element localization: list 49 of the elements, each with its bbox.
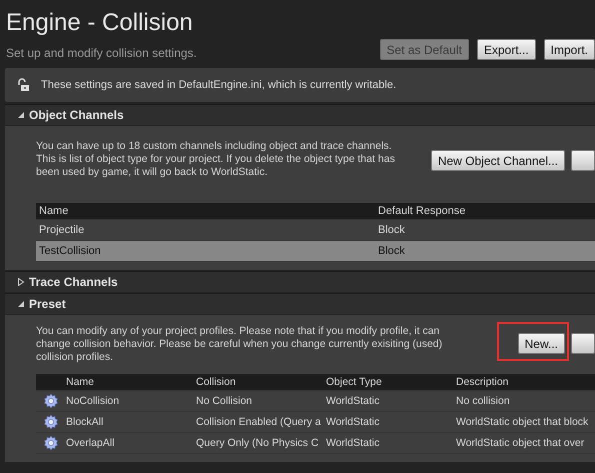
table-cell-text: WorldStatic	[326, 395, 380, 407]
button[interactable]	[571, 150, 595, 171]
table-cell-text: Block	[377, 224, 405, 236]
section-title: Preset	[29, 297, 66, 311]
page-title: Engine - Collision	[6, 8, 194, 38]
table-cell-text: WorldStatic object that over	[456, 437, 586, 449]
section-description: You can have up to 18 custom channels including object and trace channels. This is list of object type for your project. If you delete the object type that has been used by game, it will go back to WorldStatic.	[36, 140, 396, 179]
table-cell-text: Collision Enabled (Query a	[196, 416, 322, 428]
new-button[interactable]: New...	[518, 333, 565, 354]
column-header[interactable]: Object Type	[326, 376, 456, 388]
table-cell-text: WorldStatic	[326, 416, 380, 428]
column-header[interactable]: Description	[456, 376, 586, 388]
expanded-triangle-icon	[17, 300, 25, 308]
section-title: Trace Channels	[29, 275, 118, 289]
section-header[interactable]: Preset	[5, 293, 595, 314]
table-row[interactable]: NoCollision No Collision WorldStatic No collision	[36, 391, 595, 412]
column-header[interactable]: Default Response	[375, 205, 466, 217]
table-cell-text: NoCollision	[66, 395, 120, 407]
gear-icon	[43, 414, 59, 430]
header-button[interactable]: Import.	[544, 39, 595, 60]
table-cell-text: OverlapAll	[66, 437, 116, 449]
header-button[interactable]: Export...	[476, 39, 536, 60]
column-header[interactable]: Collision	[196, 376, 326, 388]
gear-icon	[43, 393, 59, 409]
notice-text: These settings are saved in DefaultEngine.ini, which is currently writable.	[41, 79, 396, 91]
expanded-triangle-icon	[17, 111, 25, 119]
table-cell-text: No collision	[456, 395, 511, 407]
table-cell-text: Query Only (No Physics C	[196, 437, 320, 449]
table-cell-text: WorldStatic	[326, 437, 380, 449]
table-cell-text: Block	[377, 245, 405, 257]
table-cell-text: No Collision	[196, 395, 254, 407]
section-description: You can modify any of your project profiles. Please note that if you modify profile, it can change collision behavior. Please be careful when you change currently exisiting (used) collision profiles.	[36, 325, 444, 364]
table-row[interactable]: BlockAll Collision Enabled (Query a WorldStatic WorldStatic object that block	[36, 412, 595, 433]
table-row[interactable]: OverlapAll Query Only (No Physics C WorldStatic WorldStatic object that over	[36, 433, 595, 454]
section-header[interactable]: Trace Channels	[5, 271, 595, 292]
collapsed-triangle-icon	[17, 278, 25, 286]
button[interactable]	[571, 333, 595, 354]
table-cell: WorldStatic object that block	[456, 416, 586, 428]
column-header[interactable]: Name	[36, 205, 375, 217]
page-subtitle: Set up and modify collision settings.	[6, 46, 198, 60]
section-header[interactable]: Object Channels	[5, 104, 595, 125]
table-cell-text: TestCollision	[38, 245, 102, 257]
gear-icon	[43, 435, 59, 451]
table-row[interactable]: TestCollision Block	[36, 241, 595, 262]
column-header[interactable]: Name	[66, 376, 196, 388]
table-cell-text: Projectile	[38, 224, 86, 236]
new-channel-button[interactable]: New Object Channel...	[430, 150, 565, 171]
table-cell-text: BlockAll	[66, 416, 104, 428]
section-title: Object Channels	[29, 108, 124, 122]
